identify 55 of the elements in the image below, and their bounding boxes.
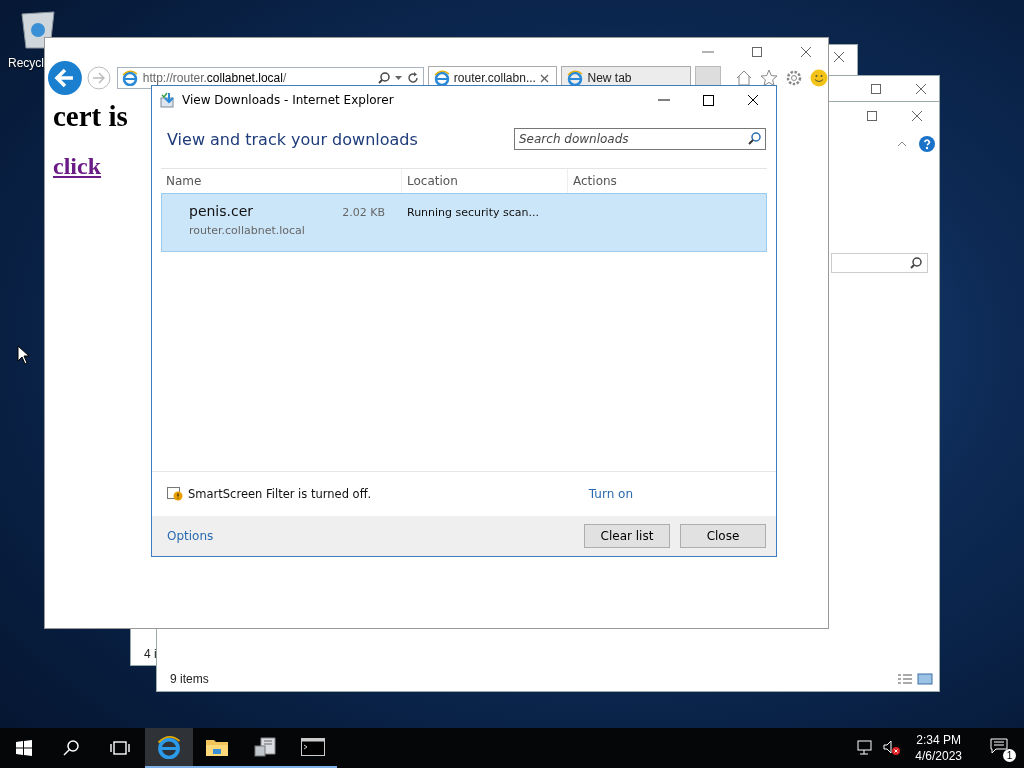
mouse-cursor-icon [17,345,29,365]
close-tab-icon[interactable] [539,73,549,83]
settings-icon[interactable] [785,69,803,87]
search-icon [910,257,922,269]
clock-time[interactable]: 2:34 PM [916,733,961,747]
ie-logo-icon [121,70,138,86]
window-title: View Downloads - Internet Explorer [182,93,394,107]
home-icon[interactable] [735,69,753,87]
file-source: router.collabnet.local [189,224,306,237]
download-row[interactable]: penis.cer 2.02 KB router.collabnet.local Running security scan... [161,193,767,252]
console-icon [301,738,325,756]
download-status: Running security scan... [406,205,539,221]
thumbnails-view-icon[interactable] [917,673,933,685]
desktop-icon-label[interactable]: Recycl [8,56,44,70]
smartscreen-message: SmartScreen Filter is turned off. [188,487,372,501]
muted-volume-icon[interactable] [883,740,902,756]
clock-date[interactable]: 4/6/2023 [915,749,962,763]
downloads-icon [160,92,176,108]
ie-logo-icon [567,70,584,86]
options-link[interactable]: Options [167,529,214,543]
dropdown-caret-icon[interactable] [394,76,402,80]
search-field[interactable]: Search downloads [514,128,766,150]
help-icon[interactable] [919,136,935,152]
dialog-button[interactable]: Clear list [584,524,670,548]
star-icon[interactable] [760,69,778,87]
back-icon[interactable] [47,60,83,96]
turn-on-link[interactable]: Turn on [588,487,633,501]
dialog-button[interactable]: Close [680,524,766,548]
taskbar-app-button[interactable] [145,728,193,768]
dialog-heading: View and track your downloads [167,129,418,149]
start-icon[interactable] [16,740,32,756]
close-icon[interactable] [747,94,759,106]
file-name: penis.cer [189,203,254,219]
folder-icon [205,737,229,757]
search-icon [748,132,761,145]
server-icon [253,736,277,758]
page-link[interactable]: click [53,153,101,180]
search-field[interactable] [831,253,928,273]
recycle-bin-icon[interactable] [18,8,58,50]
refresh-icon[interactable] [406,72,419,84]
smiley-icon[interactable] [810,69,828,87]
notifications-button[interactable]: 1 [990,736,1016,760]
page-heading: cert is [53,100,128,133]
ie-logo-icon [157,735,181,759]
task-view-icon[interactable] [110,741,130,755]
file-size: 2.02 KB [342,206,385,219]
status-bar-text: 9 items [170,672,209,686]
search-icon[interactable] [63,740,79,756]
column-header[interactable]: Name [161,169,401,193]
search-icon[interactable] [377,72,390,84]
collapse-icon[interactable] [897,141,907,147]
ie-logo-icon [433,70,450,86]
maximize-icon[interactable] [703,94,714,106]
status-bar-text: 4 i [144,647,157,661]
shield-warning-icon [167,487,183,501]
